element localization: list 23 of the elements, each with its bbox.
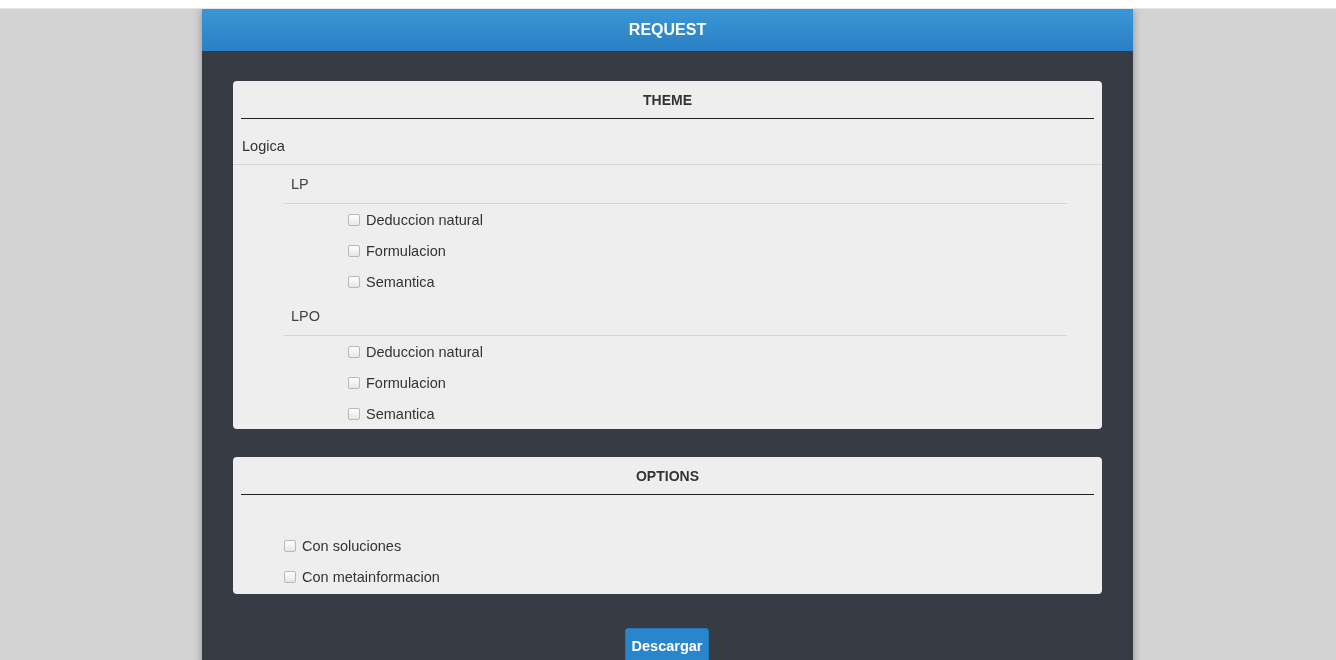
checkbox[interactable]: [348, 213, 360, 226]
download-button[interactable]: Descargar: [624, 628, 710, 660]
checkbox-label: Con metainformacion: [302, 568, 440, 585]
subcategory-label: LP: [291, 176, 309, 192]
checkbox[interactable]: [284, 539, 296, 552]
category-label: Logica: [242, 138, 285, 154]
panel-title: REQUEST: [628, 21, 707, 39]
checkbox[interactable]: [348, 275, 360, 288]
checkbox-label: Con soluciones: [302, 537, 402, 554]
checkbox[interactable]: [348, 244, 360, 257]
checkbox-label: Deduccion natural: [366, 211, 483, 228]
checkbox[interactable]: [348, 376, 360, 389]
checkbox[interactable]: [348, 345, 360, 358]
checkbox-label: Semantica: [366, 405, 435, 422]
checkbox-label: Semantica: [366, 273, 435, 290]
checkbox-label: Deduccion natural: [366, 343, 483, 360]
checkbox-label: Formulacion: [366, 374, 446, 391]
checkbox[interactable]: [348, 407, 360, 420]
checkbox[interactable]: [284, 570, 296, 583]
checkbox-label: Formulacion: [366, 242, 446, 259]
card-title: OPTIONS: [636, 467, 699, 484]
subcategory-label: LPO: [291, 308, 320, 324]
card-title: THEME: [643, 91, 692, 108]
